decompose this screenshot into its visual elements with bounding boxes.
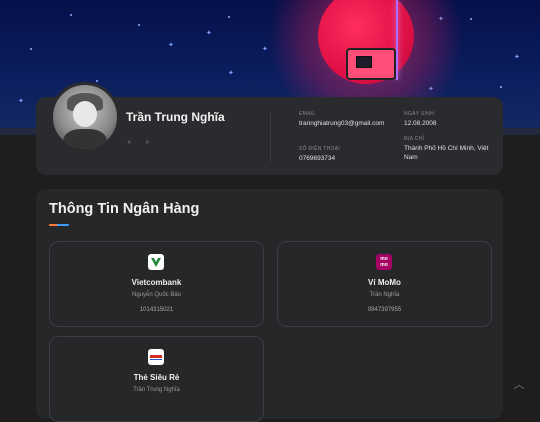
phone-value: 0769693734 <box>299 155 336 162</box>
bank-owner: Nguyễn Quốc Bảo <box>131 292 182 298</box>
bank-card-momo[interactable]: mo mo Ví MoMo Trần Nghĩa 0847397955 <box>277 241 492 327</box>
bank-owner: Trần Trung Nghĩa <box>133 387 180 393</box>
bank-account-number[interactable]: 0847397955 <box>278 307 491 313</box>
email-label: EMAIL <box>299 111 316 117</box>
laser-beam <box>396 0 398 80</box>
dob-value: 12.08.2008 <box>404 120 437 127</box>
phone-label: SỐ ĐIỆN THOẠI <box>299 146 341 152</box>
bank-card-vietcombank[interactable]: Vietcombank Nguyễn Quốc Bảo 1014315021 <box>49 241 264 327</box>
dob-label: NGÀY SINH <box>404 111 435 117</box>
bank-card-thesieure[interactable]: Thẻ Siêu Rẻ Trần Trung Nghĩa <box>49 336 264 422</box>
email-value: trannghiatrung03@gmail.com <box>299 120 385 127</box>
bank-name: Ví MoMo <box>368 278 401 287</box>
momo-logo-icon: mo mo <box>376 254 392 270</box>
spaceship-illustration <box>346 48 396 80</box>
thesieure-logo-icon <box>148 349 164 365</box>
bank-owner: Trần Nghĩa <box>369 292 400 298</box>
address-value: Thành Phố Hồ Chí Minh, Việt Nam <box>404 145 489 161</box>
section-title: Thông Tin Ngân Hàng <box>49 201 200 217</box>
address-label: ĐỊA CHỈ <box>404 136 425 142</box>
avatar <box>50 82 120 152</box>
bank-name: Vietcombank <box>131 278 182 287</box>
bank-account-number[interactable]: 1014315021 <box>50 307 263 313</box>
vietcombank-logo-icon <box>148 254 164 270</box>
bank-name: Thẻ Siêu Rẻ <box>133 373 180 382</box>
profile-divider <box>270 112 271 162</box>
profile-name: Trần Trung Nghĩa <box>126 110 225 124</box>
social-links-icon[interactable]: ● ● <box>127 139 155 146</box>
chevron-up-icon[interactable]: ︿ <box>512 380 526 391</box>
title-underline <box>49 224 69 226</box>
